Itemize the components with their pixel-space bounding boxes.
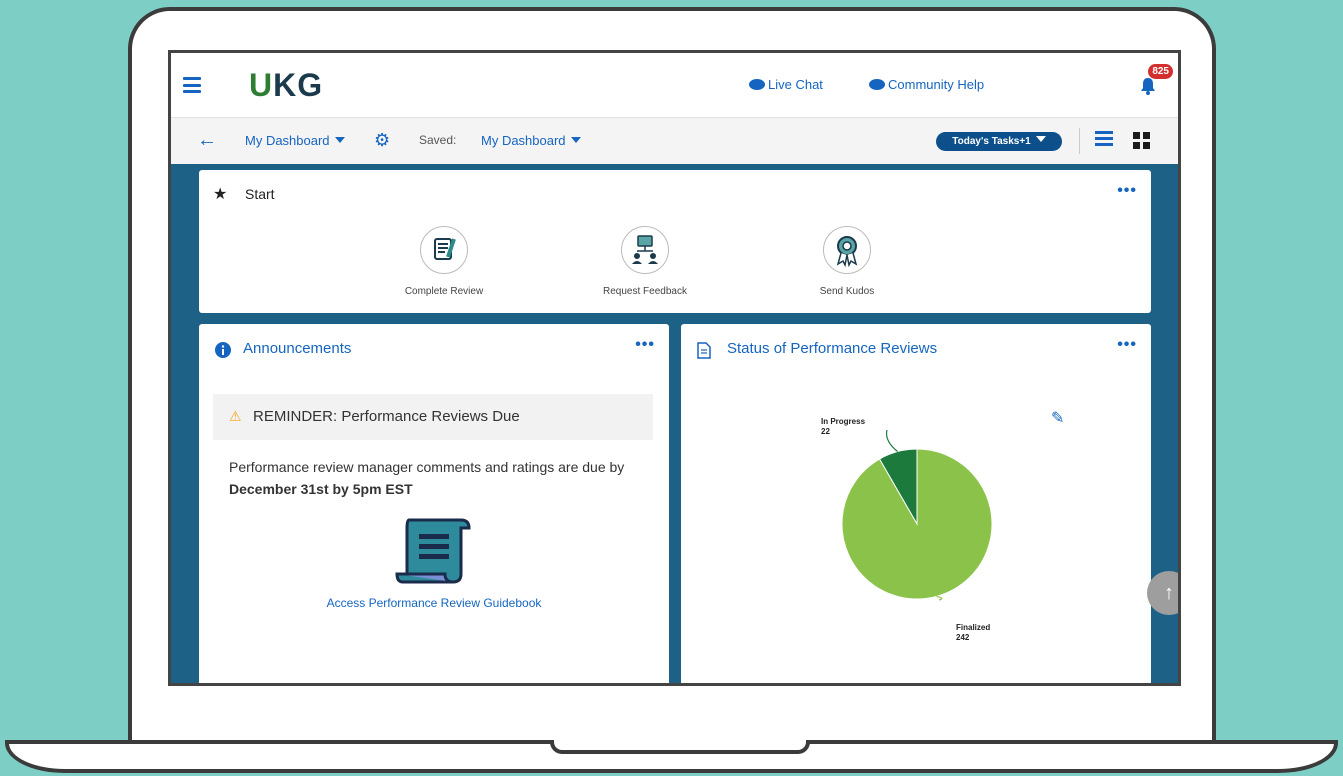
gear-icon[interactable]: ⚙ [374,130,390,151]
dashboard-toolbar: ← My Dashboard ⚙ Saved: My Dashboard Tod… [171,117,1178,164]
list-view-icon[interactable] [1095,131,1113,147]
reminder-banner: ⚠ REMINDER: Performance Reviews Due [213,394,653,440]
pie-value-label: 22 [821,427,830,436]
more-options-icon[interactable]: ••• [1117,182,1137,200]
saved-dashboard-dropdown[interactable]: My Dashboard [481,133,581,148]
complete-review-label: Complete Review [404,286,484,297]
notification-badge: 825 [1147,63,1174,80]
start-title: Start [245,186,275,202]
send-kudos-action[interactable]: Send Kudos [777,226,917,297]
caret-down-icon [334,137,345,143]
caret-down-icon [1035,136,1046,142]
menu-icon[interactable] [183,77,201,93]
request-feedback-action[interactable]: Request Feedback [575,226,715,297]
start-card: ★ Start ••• Complete Review Request Feed… [199,170,1151,313]
send-kudos-label: Send Kudos [819,286,875,297]
logo: UKG [249,67,324,103]
leader-line [885,429,898,453]
chat-icon [749,79,765,90]
scroll-icon [395,518,471,584]
request-feedback-label: Request Feedback [603,286,687,297]
review-icon [420,226,468,274]
saved-label: Saved: [419,133,457,147]
kudos-icon [823,226,871,274]
todays-tasks-button[interactable]: Today's Tasks+1 [936,132,1062,151]
warning-icon: ⚠ [229,408,242,424]
caret-down-icon [570,137,581,143]
live-chat-link[interactable]: Live Chat [749,77,823,92]
laptop-base [5,740,1338,773]
announcement-body: Performance review manager comments and … [229,459,625,497]
status-pie-chart: In Progress22 Finalized242 [821,417,993,642]
pie-slice-finalized[interactable] [841,448,993,600]
complete-review-action[interactable]: Complete Review [374,226,514,297]
back-arrow-icon[interactable]: ← [197,129,217,152]
grid-view-icon[interactable] [1133,132,1151,150]
announcements-card: Announcements ••• ⚠ REMINDER: Performanc… [199,324,669,683]
status-card: Status of Performance Reviews ••• ✎ In P… [681,324,1151,683]
more-options-icon[interactable]: ••• [635,336,655,354]
announcements-title: Announcements [243,340,352,357]
reminder-text: REMINDER: Performance Reviews Due [253,408,520,425]
pie-label: In Progress [821,417,866,426]
pie-label: Finalized [956,623,990,632]
feedback-icon [621,226,669,274]
laptop-notch [550,740,810,754]
info-icon [215,342,231,358]
scroll-to-top-button[interactable]: ↑ [1147,571,1178,615]
community-help-link[interactable]: Community Help [869,77,984,92]
pie-value-label: 242 [956,633,970,642]
leader-line [936,595,943,601]
divider [1079,128,1080,154]
app-screen: UKG Live Chat Community Help 825 ← My Da… [168,50,1181,686]
top-bar: UKG Live Chat Community Help 825 [171,53,1178,117]
star-icon: ★ [213,186,228,203]
dashboard-dropdown[interactable]: My Dashboard [245,133,345,148]
guidebook-link[interactable]: Access Performance Review Guidebook [199,596,669,610]
chat-icon [869,79,885,90]
